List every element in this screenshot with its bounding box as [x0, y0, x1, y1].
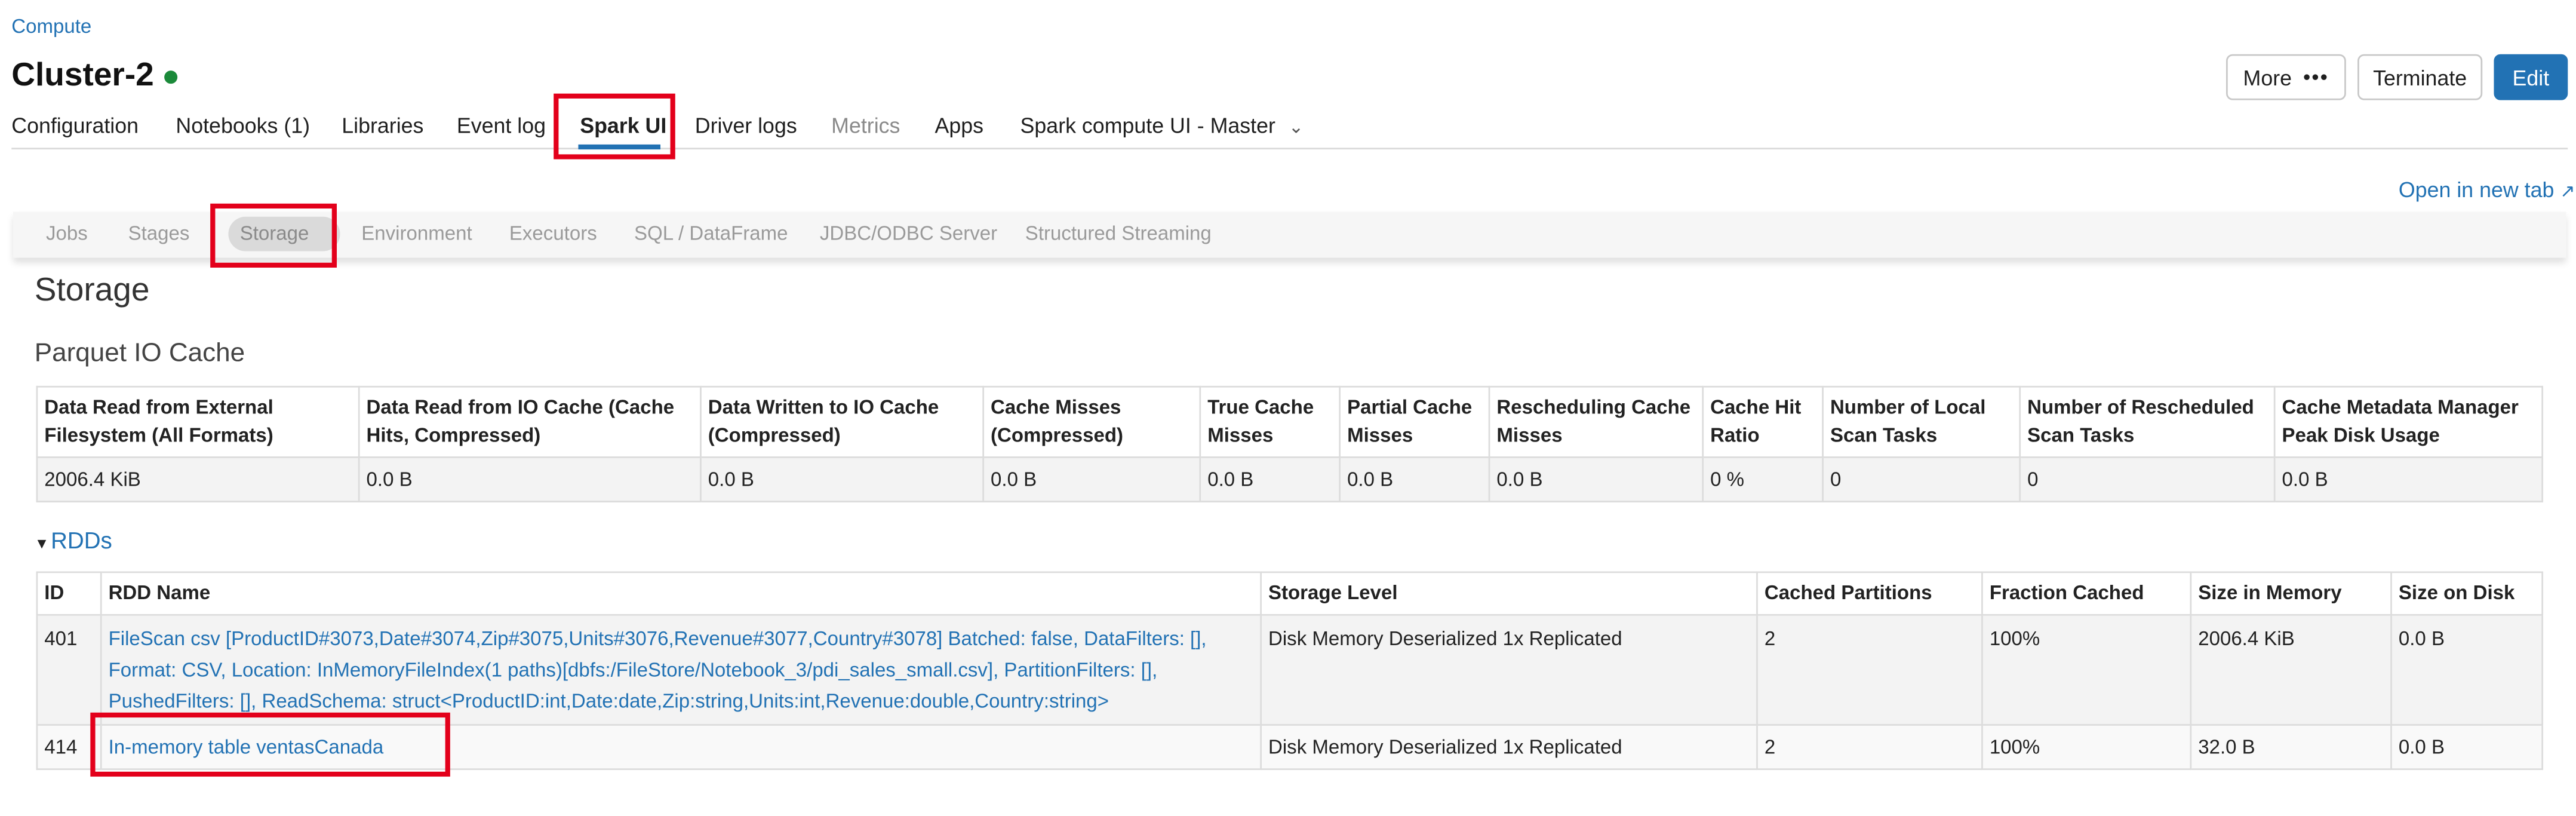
- tab-event-log[interactable]: Event log: [457, 113, 546, 138]
- terminate-button[interactable]: Terminate: [2357, 54, 2483, 100]
- size-on-disk: 0.0 B: [2390, 724, 2544, 771]
- column-header: Cache Metadata Manager Peak Disk Usage: [2273, 385, 2544, 458]
- size-in-memory: 2006.4 KiB: [2190, 613, 2392, 726]
- subtab-sql-dataframe[interactable]: SQL / DataFrame: [634, 222, 788, 244]
- size-on-disk: 0.0 B: [2390, 613, 2544, 726]
- parquet-cache-table: Data Read from External Filesystem (All …: [36, 385, 2544, 503]
- table-cell: 0: [2019, 456, 2276, 503]
- column-header: Data Read from External Filesystem (All …: [36, 385, 360, 458]
- rdds-toggle[interactable]: ▼ RDDs: [35, 527, 112, 553]
- breadcrumb-compute[interactable]: Compute: [11, 15, 91, 38]
- status-dot: [164, 70, 178, 84]
- column-header: Number of Local Scan Tasks: [1822, 385, 2021, 458]
- more-button[interactable]: More •••: [2226, 54, 2346, 100]
- storage-level: Disk Memory Deserialized 1x Replicated: [1260, 613, 1758, 726]
- cluster-title: Cluster-2: [11, 57, 154, 94]
- open-in-new-tab-link[interactable]: Open in new tab ↗: [2399, 177, 2575, 202]
- tab-configuration[interactable]: Configuration: [11, 113, 139, 138]
- size-in-memory: 32.0 B: [2190, 724, 2392, 771]
- table-cell: 0 %: [1702, 456, 1824, 503]
- fraction-cached: 100%: [1981, 613, 2192, 726]
- tab-driver-logs[interactable]: Driver logs: [695, 113, 797, 138]
- table-cell: 0.0 B: [358, 456, 702, 503]
- column-header: Data Read from IO Cache (Cache Hits, Com…: [358, 385, 702, 458]
- table-cell: 0.0 B: [1488, 456, 1704, 503]
- table-cell: 0.0 B: [2273, 456, 2544, 503]
- table-row: 2006.4 KiB 0.0 B 0.0 B 0.0 B 0.0 B 0.0 B…: [36, 456, 2544, 503]
- table-cell: 0.0 B: [1199, 456, 1341, 503]
- highlight-box-spark-ui: [554, 93, 675, 159]
- tab-notebooks[interactable]: Notebooks (1): [176, 113, 310, 138]
- tab-apps[interactable]: Apps: [935, 113, 983, 138]
- column-header: Storage Level: [1260, 571, 1758, 616]
- subtab-structured-streaming[interactable]: Structured Streaming: [1025, 222, 1212, 244]
- rdd-id: 401: [36, 613, 102, 726]
- spark-ui-nav: Jobs Stages Storage Environment Executor…: [13, 211, 2566, 258]
- tab-metrics[interactable]: Metrics: [831, 113, 900, 138]
- column-header: ID: [36, 571, 102, 616]
- column-header: Partial Cache Misses: [1339, 385, 1490, 458]
- column-header: RDD Name: [100, 571, 1262, 616]
- cluster-tabs: Configuration Notebooks (1) Libraries Ev…: [11, 105, 2568, 150]
- parquet-cache-heading: Parquet IO Cache: [34, 339, 245, 368]
- table-row: 401 FileScan csv [ProductID#3073,Date#30…: [36, 613, 2544, 726]
- column-header: Data Written to IO Cache (Compressed): [700, 385, 985, 458]
- highlight-box-rdd-name: [90, 712, 450, 777]
- table-cell: 0.0 B: [982, 456, 1201, 503]
- column-header: Size in Memory: [2190, 571, 2392, 616]
- column-header: Fraction Cached: [1981, 571, 2192, 616]
- edit-button[interactable]: Edit: [2494, 54, 2568, 100]
- subtab-stages[interactable]: Stages: [128, 222, 190, 244]
- open-new-tab-label: Open in new tab: [2398, 177, 2555, 203]
- column-header: Rescheduling Cache Misses: [1488, 385, 1704, 458]
- storage-level: Disk Memory Deserialized 1x Replicated: [1260, 724, 1758, 771]
- external-link-icon: ↗: [2560, 182, 2575, 203]
- fraction-cached: 100%: [1981, 724, 2192, 771]
- tab-spark-compute-ui-label: Spark compute UI - Master: [1020, 113, 1275, 138]
- highlight-box-storage: [210, 203, 337, 268]
- more-dots-icon: •••: [2303, 65, 2329, 89]
- caret-down-icon: ▼: [34, 535, 50, 552]
- column-header: Number of Rescheduled Scan Tasks: [2019, 385, 2276, 458]
- column-header: Cached Partitions: [1756, 571, 1983, 616]
- chevron-down-icon: ⌄: [1288, 118, 1304, 138]
- column-header: Cache Misses (Compressed): [982, 385, 1201, 458]
- rdds-heading: RDDs: [51, 527, 112, 554]
- table-cell: 0.0 B: [1339, 456, 1490, 503]
- tab-libraries[interactable]: Libraries: [342, 113, 423, 138]
- tab-spark-compute-ui[interactable]: Spark compute UI - Master ⌄: [1020, 113, 1304, 138]
- column-header: Size on Disk: [2390, 571, 2544, 616]
- rdd-name-link[interactable]: FileScan csv [ProductID#3073,Date#3074,Z…: [100, 613, 1262, 726]
- subtab-jdbc-odbc[interactable]: JDBC/ODBC Server: [820, 222, 997, 244]
- cached-partitions: 2: [1756, 613, 1983, 726]
- more-label: More: [2243, 65, 2292, 90]
- column-header: True Cache Misses: [1199, 385, 1341, 458]
- page-title: Storage: [34, 272, 150, 309]
- table-cell: 0: [1822, 456, 2021, 503]
- subtab-jobs[interactable]: Jobs: [46, 222, 88, 244]
- table-cell: 0.0 B: [700, 456, 985, 503]
- column-header: Cache Hit Ratio: [1702, 385, 1824, 458]
- subtab-environment[interactable]: Environment: [361, 222, 472, 244]
- cached-partitions: 2: [1756, 724, 1983, 771]
- subtab-executors[interactable]: Executors: [509, 222, 597, 244]
- rdd-name-text: FileScan csv [ProductID#3073,Date#3074,Z…: [108, 627, 1207, 713]
- table-cell: 2006.4 KiB: [36, 456, 360, 503]
